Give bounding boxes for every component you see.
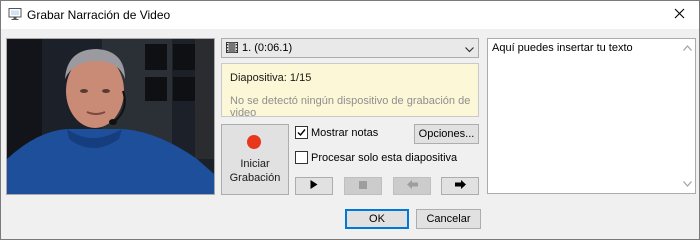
- slide-selector-value: 1. (0:06.1): [242, 42, 293, 54]
- webcam-image: [7, 39, 214, 194]
- options-button[interactable]: Opciones...: [414, 124, 479, 144]
- stop-button[interactable]: [344, 177, 382, 195]
- notes-text: Aquí puedes insertar tu texto: [492, 42, 633, 54]
- play-icon: [310, 180, 318, 192]
- dialog-body: 1. (0:06.1) Diapositiva: 1/15 No se dete…: [1, 29, 699, 239]
- video-preview: [6, 38, 215, 195]
- slide-selector[interactable]: 1. (0:06.1): [221, 38, 479, 58]
- next-icon: [454, 180, 466, 192]
- next-button[interactable]: [441, 177, 479, 195]
- checkmark-icon: [297, 129, 306, 137]
- process-only-checkbox[interactable]: [295, 151, 308, 164]
- chevron-down-icon: [465, 44, 474, 56]
- process-only-option[interactable]: Procesar solo esta diapositiva: [295, 151, 457, 164]
- title-bar: Grabar Narración de Video: [1, 1, 699, 29]
- record-button-label: Iniciar Grabación: [222, 157, 288, 185]
- show-notes-option[interactable]: Mostrar notas: [295, 126, 378, 139]
- scroll-down-icon[interactable]: [683, 178, 692, 190]
- scroll-up-icon[interactable]: [683, 42, 692, 54]
- previous-icon: [406, 180, 418, 192]
- cancel-button[interactable]: Cancelar: [416, 209, 481, 229]
- stop-icon: [359, 180, 367, 192]
- start-recording-button[interactable]: Iniciar Grabación: [221, 124, 289, 195]
- ok-button[interactable]: OK: [345, 209, 409, 229]
- previous-button[interactable]: [393, 177, 431, 195]
- window-title: Grabar Narración de Video: [27, 8, 171, 22]
- play-button[interactable]: [295, 177, 333, 195]
- device-status-message: No se detectó ningún dispositivo de grab…: [230, 95, 471, 119]
- process-only-label: Procesar solo esta diapositiva: [311, 151, 458, 164]
- show-notes-checkbox[interactable]: [295, 126, 308, 139]
- close-button[interactable]: [659, 1, 699, 29]
- slide-info-panel: Diapositiva: 1/15 No se detectó ningún d…: [221, 63, 479, 119]
- close-icon: [674, 8, 685, 22]
- notes-text-area[interactable]: Aquí puedes insertar tu texto: [487, 38, 696, 194]
- film-strip-icon: [226, 42, 238, 56]
- slide-counter: Diapositiva: 1/15: [230, 72, 312, 84]
- dialog-window: Grabar Narración de Video 1. (0:06.1) Di…: [0, 0, 700, 240]
- record-label-line2: Grabación: [229, 172, 281, 184]
- show-notes-label: Mostrar notas: [311, 126, 379, 139]
- record-icon: [247, 135, 261, 149]
- monitor-icon: [8, 7, 22, 21]
- record-label-line1: Iniciar: [240, 158, 270, 170]
